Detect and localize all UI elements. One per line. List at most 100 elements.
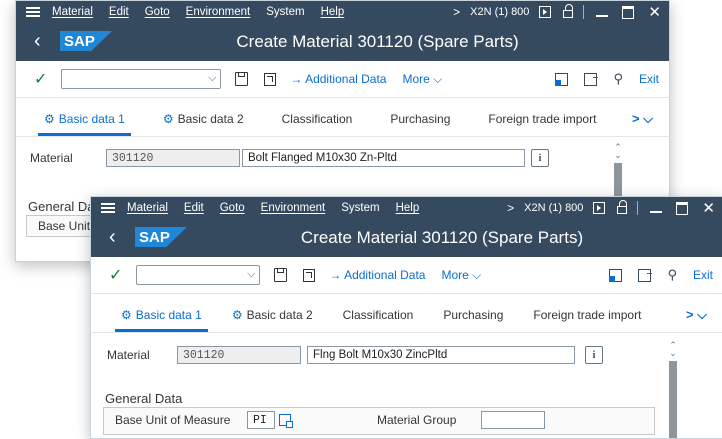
menu-goto[interactable]: Goto [220,202,245,214]
tab-foreign-trade-import[interactable]: Foreign trade import [482,112,602,136]
back-arrow-icon[interactable]: ‹ [34,31,41,51]
chevron-down-icon[interactable]: ⌵ [247,268,255,281]
menu-edit[interactable]: Edit [109,6,129,18]
copy-icon[interactable] [264,72,277,86]
command-field[interactable]: ⌵ [136,265,261,285]
tab-basic-data-1[interactable]: ⚙ Basic data 1 [115,308,208,332]
command-field[interactable]: ⌵ [61,69,222,89]
material-label: Material [30,151,73,165]
material-group-label: Material Group [377,413,457,427]
toolbar: ✓ ⌵ → Additional Data More ⌵ ⚲ Exit [91,257,722,294]
settings-icon[interactable]: ⚲ [613,71,623,87]
tab-label: Classification [342,308,414,322]
copy-icon[interactable] [303,268,316,282]
close-icon[interactable]: ✕ [702,201,715,216]
system-info: X2N (1) 800 [470,6,530,18]
menu-help[interactable]: Help [321,6,345,18]
material-description-field[interactable]: Flng Bolt M10x30 ZincPltd [307,346,575,364]
menu-help[interactable]: Help [396,202,420,214]
expand-icon[interactable] [584,72,599,86]
minimize-icon[interactable] [650,211,663,213]
close-icon[interactable]: ✕ [648,5,661,20]
chevron-right-icon[interactable]: > [507,201,514,215]
tab-label: Basic data 2 [246,308,313,322]
menu-system[interactable]: System [266,6,304,18]
save-icon[interactable] [274,268,288,282]
material-row: Material 301120 Bolt Flanged M10x30 Zn-P… [30,149,549,167]
menu-edit[interactable]: Edit [184,202,204,214]
chevron-down-icon[interactable]: ⌵ [208,72,216,85]
info-icon[interactable]: i [585,346,603,364]
window-icon[interactable] [609,268,623,282]
tab-foreign-trade-import[interactable]: Foreign trade import [527,308,647,332]
tab-label: Basic data 1 [58,112,125,126]
menu-environment[interactable]: Environment [186,6,251,18]
sap-logo: SAP [135,227,187,247]
exit-button[interactable]: Exit [639,72,659,86]
base-unit-field[interactable]: PI [247,411,275,429]
maximize-icon[interactable] [622,5,635,19]
menu-goto[interactable]: Goto [145,6,170,18]
lock-icon[interactable] [617,200,628,214]
tab-label: Foreign trade import [488,112,597,126]
expand-icon[interactable] [638,268,653,282]
play-icon[interactable] [593,202,606,214]
tabs-navigation[interactable]: > ⌵ [632,111,653,127]
page-title: Create Material 301120 (Spare Parts) [300,228,584,247]
tab-purchasing[interactable]: Purchasing [437,308,509,332]
additional-data-button[interactable]: → Additional Data [290,72,386,86]
tab-label: Classification [281,112,353,126]
scroll-up-icon[interactable]: ⌃ ⌄ [614,143,622,160]
hamburger-icon[interactable] [26,7,40,17]
title-bar: ‹ SAP Create Material 301120 (Spare Part… [91,219,722,257]
save-icon[interactable] [235,72,249,86]
toolbar: ✓ ⌵ → Additional Data More ⌵ ⚲ Exit [16,61,669,98]
scroll-up-icon[interactable]: ⌃ ⌄ [669,341,677,358]
settings-icon[interactable]: ⚲ [667,267,677,283]
menu-system[interactable]: System [341,202,379,214]
material-group-field[interactable] [481,411,545,429]
tab-basic-data-2[interactable]: ⚙ Basic data 2 [226,308,319,332]
tab-classification[interactable]: Classification [276,112,359,136]
menu-bar: Material Edit Goto Environment System He… [91,197,722,219]
general-data-heading: General Da [28,199,95,214]
checkmark-icon[interactable]: ✓ [109,265,122,285]
maximize-icon[interactable] [676,201,689,215]
divider [637,201,639,215]
more-menu-button[interactable]: More ⌵ [402,72,442,87]
hamburger-icon[interactable] [101,203,115,213]
material-number-field: 301120 [177,346,301,364]
play-icon[interactable] [539,6,552,18]
minimize-icon[interactable] [596,15,609,17]
additional-data-button[interactable]: → Additional Data [329,268,425,282]
title-bar: ‹ SAP Create Material 301120 (Spare Part… [16,23,669,61]
value-help-icon[interactable] [279,414,293,428]
base-unit-row: Base Unit of Measure PI Material Group [115,411,545,429]
tab-classification[interactable]: Classification [337,308,420,332]
basic-data-icon: ⚙ [44,112,55,126]
tabs-navigation[interactable]: > ⌵ [686,307,707,323]
material-description-field[interactable]: Bolt Flanged M10x30 Zn-Pltd [242,149,525,167]
tab-label: Foreign trade import [533,308,642,322]
tab-basic-data-1[interactable]: ⚙ Basic data 1 [38,112,131,136]
tab-purchasing[interactable]: Purchasing [384,112,456,136]
tab-basic-data-2[interactable]: ⚙ Basic data 2 [157,112,250,136]
material-number-field: 301120 [106,149,240,167]
sap-logo: SAP [60,31,112,51]
menu-material[interactable]: Material [127,202,168,214]
info-icon[interactable]: i [531,149,549,167]
tab-label: Purchasing [390,112,451,126]
more-menu-button[interactable]: More ⌵ [441,268,481,283]
exit-button[interactable]: Exit [693,268,713,282]
tab-strip: ⚙ Basic data 1 ⚙ Basic data 2 Classificati… [91,294,722,332]
menu-material[interactable]: Material [52,6,93,18]
scrollbar[interactable] [669,361,677,438]
back-arrow-icon[interactable]: ‹ [109,227,116,247]
chevron-right-icon[interactable]: > [453,5,460,19]
page-title: Create Material 301120 (Spare Parts) [236,32,519,51]
lock-icon[interactable] [563,4,574,18]
tab-label: Basic data 1 [135,308,202,322]
window-icon[interactable] [555,72,569,86]
menu-environment[interactable]: Environment [261,202,326,214]
checkmark-icon[interactable]: ✓ [34,69,47,89]
